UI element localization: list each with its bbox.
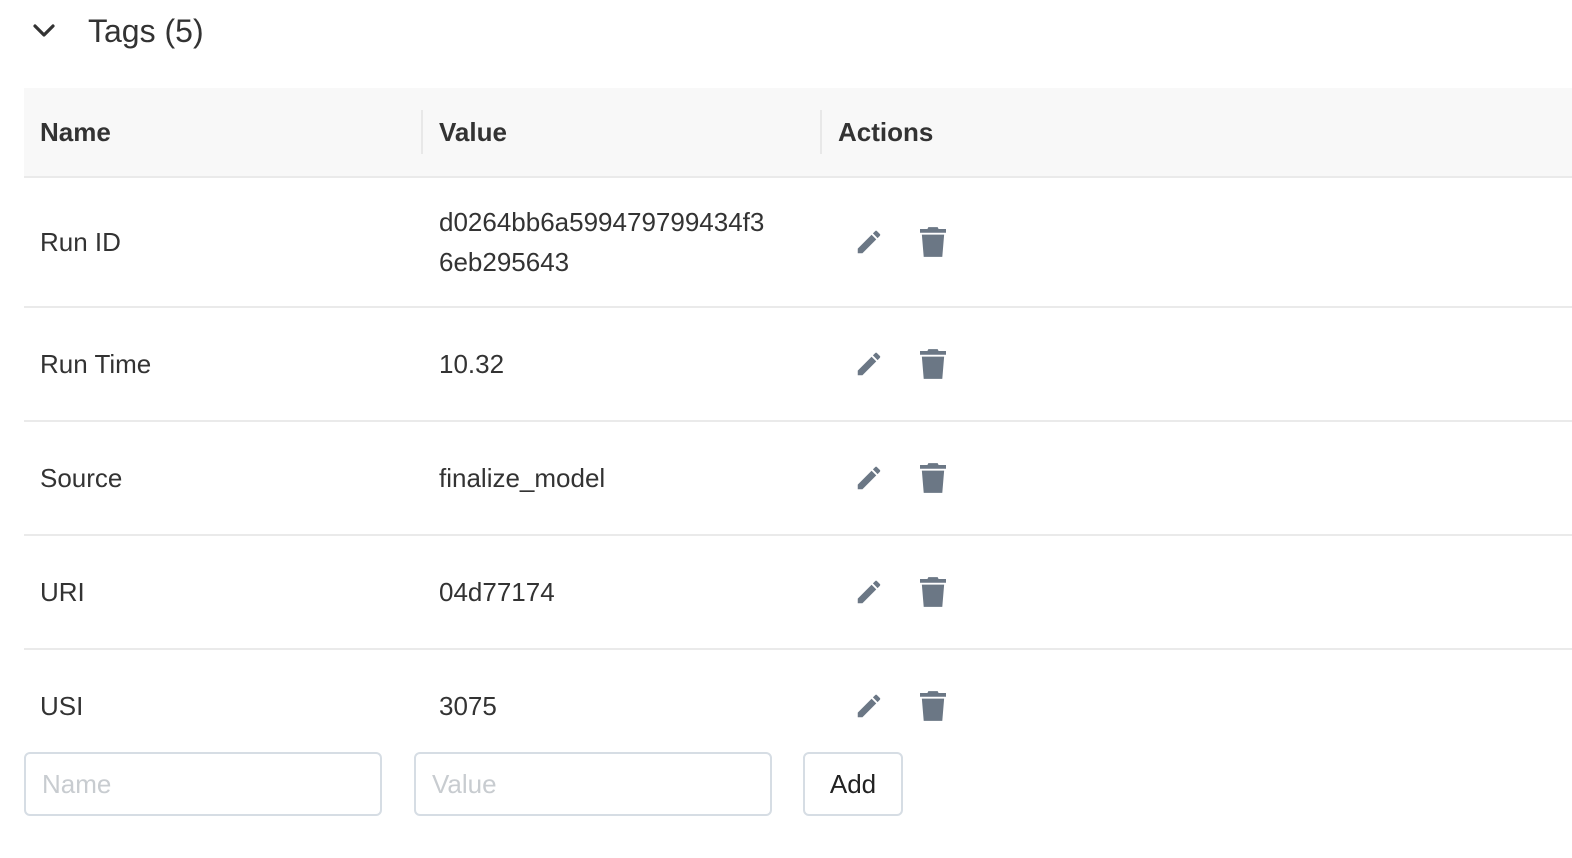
pencil-icon[interactable] [849, 458, 889, 498]
pencil-icon[interactable] [849, 344, 889, 384]
column-divider [820, 110, 822, 154]
tag-name: Run ID [40, 226, 121, 257]
trash-icon[interactable] [913, 686, 953, 726]
tags-section-header: Tags (5) [24, 0, 204, 62]
pencil-icon[interactable] [849, 572, 889, 612]
column-divider [421, 110, 423, 154]
tag-name: URI [40, 576, 85, 607]
tag-value-line: d0264bb6a599479799434f3 [439, 207, 765, 237]
table-header: Name Value Actions [24, 88, 1572, 178]
tag-name-input[interactable] [24, 752, 382, 816]
table-row: URI 04d77174 [24, 536, 1572, 650]
trash-icon[interactable] [913, 344, 953, 384]
tag-value-input[interactable] [414, 752, 772, 816]
tag-value-line: 6eb295643 [439, 247, 570, 277]
table-row: Run Time 10.32 [24, 308, 1572, 422]
pencil-icon[interactable] [849, 686, 889, 726]
tag-value: 04d77174 [439, 577, 555, 607]
tag-name: Source [40, 462, 123, 493]
section-title: Tags (5) [88, 12, 204, 49]
pencil-icon[interactable] [849, 222, 889, 262]
trash-icon[interactable] [913, 222, 953, 262]
trash-icon[interactable] [913, 572, 953, 612]
row-actions [849, 686, 953, 726]
tag-name: USI [40, 690, 84, 721]
row-actions [849, 344, 953, 384]
table-row: Source finalize_model [24, 422, 1572, 536]
chevron-down-icon[interactable] [24, 11, 64, 51]
tag-value: 10.32 [439, 349, 505, 379]
table-row: USI 3075 [24, 650, 1572, 764]
tags-table: Name Value Actions Run ID d0264bb6a59947… [24, 88, 1572, 764]
column-header-actions: Actions [838, 116, 934, 147]
table-row: Run ID d0264bb6a599479799434f3 6eb295643 [24, 178, 1572, 308]
row-actions [849, 222, 953, 262]
column-header-name: Name [40, 116, 111, 147]
tag-name: Run Time [40, 348, 152, 379]
trash-icon[interactable] [913, 458, 953, 498]
column-header-value: Value [439, 116, 507, 147]
row-actions [849, 458, 953, 498]
add-button[interactable]: Add [803, 752, 903, 816]
row-actions [849, 572, 953, 612]
tag-value: finalize_model [439, 463, 606, 493]
tag-value: d0264bb6a599479799434f3 6eb295643 [439, 178, 764, 306]
tag-value: 3075 [439, 691, 497, 721]
